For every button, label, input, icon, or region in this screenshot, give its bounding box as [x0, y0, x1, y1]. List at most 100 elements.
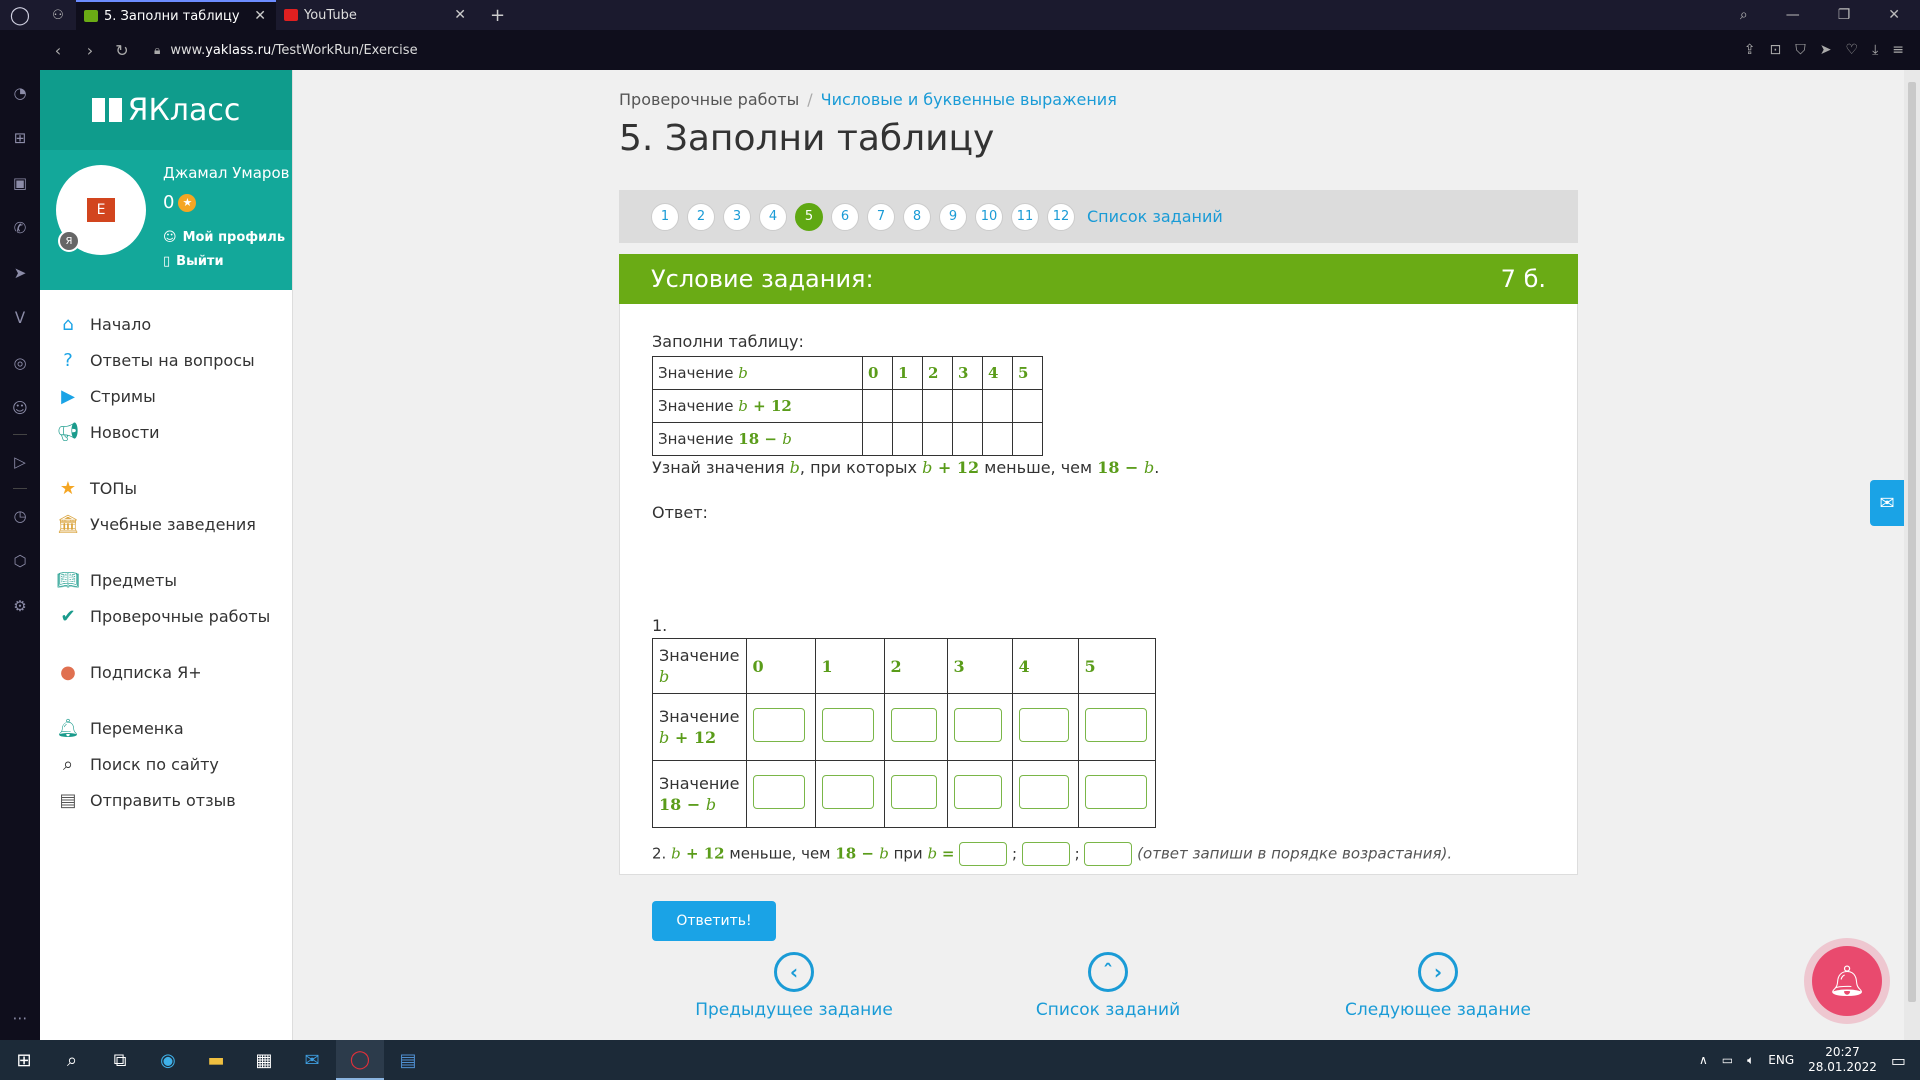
extensions-icon[interactable]: ⊞	[0, 115, 40, 160]
notifications-icon[interactable]: ▭	[1891, 1051, 1906, 1070]
mail-icon[interactable]: ✉	[1870, 480, 1904, 526]
answer-input[interactable]	[1021, 842, 1070, 866]
sidebar-item-tests[interactable]: ✔ Проверочные работы	[40, 598, 292, 634]
sidebar-item-feedback[interactable]: ▤ Отправить отзыв	[40, 782, 292, 818]
submit-answer-button[interactable]: Ответить!	[652, 901, 776, 941]
twitch-icon[interactable]: ▣	[0, 160, 40, 205]
network-icon[interactable]: ▭	[1722, 1053, 1733, 1067]
calculator-icon[interactable]: ▤	[384, 1040, 432, 1080]
sidebar-item-news[interactable]: 📢︎ Новости	[40, 414, 292, 450]
logo[interactable]: ЯКласс	[40, 70, 292, 150]
answer-input[interactable]	[1084, 708, 1147, 742]
page-link[interactable]: 8	[903, 202, 931, 231]
answer-input[interactable]	[1084, 842, 1133, 866]
tab-active[interactable]: 5. Заполни таблицу ✕	[76, 0, 276, 30]
page-link[interactable]: 11	[1011, 202, 1039, 231]
answer-input[interactable]	[890, 775, 937, 809]
page-link[interactable]: 9	[939, 202, 967, 231]
answer-input[interactable]	[953, 708, 1002, 742]
forward-icon[interactable]: ›	[74, 41, 106, 60]
sidebar-item-subscription[interactable]: ● Подписка Я+	[40, 654, 292, 690]
scrollbar[interactable]	[1904, 70, 1920, 1040]
restore-icon[interactable]: ❐	[1838, 7, 1851, 23]
page-link[interactable]: 7	[867, 202, 895, 231]
close-tab-icon[interactable]: ✕	[254, 8, 266, 24]
telegram-icon[interactable]: ➤	[0, 250, 40, 295]
sidebar-item-streams[interactable]: ▶ Стримы	[40, 378, 292, 414]
tray-chevron-icon[interactable]: ∧	[1699, 1053, 1708, 1067]
store-icon[interactable]: ▦	[240, 1040, 288, 1080]
page-link[interactable]: 1	[651, 202, 679, 231]
my-profile-link[interactable]: ☺ Мой профиль	[163, 230, 285, 245]
answer-input[interactable]	[1084, 775, 1147, 809]
next-task-link[interactable]: › Следующее задание	[1328, 952, 1548, 1020]
reload-icon[interactable]: ↻	[106, 41, 138, 60]
language-indicator[interactable]: ENG	[1768, 1053, 1794, 1067]
sidebar-item-schools[interactable]: 🏛︎ Учебные заведения	[40, 506, 292, 542]
page-link[interactable]: 4	[759, 202, 787, 231]
mail-app-icon[interactable]: ✉	[288, 1040, 336, 1080]
sidebar-item-break[interactable]: 🔔︎ Переменка	[40, 710, 292, 746]
speed-dial-icon[interactable]: ◔	[0, 70, 40, 115]
answer-input[interactable]	[1018, 708, 1069, 742]
url-field[interactable]: www.yaklass.ru/TestWorkRun/Exercise	[170, 43, 417, 58]
edge-icon[interactable]: ◉	[144, 1040, 192, 1080]
snapshot-icon[interactable]: ⊡	[1770, 42, 1782, 58]
answer-input[interactable]	[821, 775, 874, 809]
clock[interactable]: 20:27 28.01.2022	[1808, 1045, 1877, 1075]
page-link[interactable]: 6	[831, 202, 859, 231]
more-icon[interactable]: ⋯	[0, 995, 40, 1040]
answer-input[interactable]	[1018, 775, 1069, 809]
sidebar-item-subjects[interactable]: 📖︎ Предметы	[40, 562, 292, 598]
answer-input[interactable]	[959, 842, 1008, 866]
answer-input[interactable]	[752, 775, 805, 809]
settings-icon[interactable]: ⚙	[0, 583, 40, 628]
search-tabs-icon[interactable]: ⌕	[1740, 7, 1748, 23]
opera-app-icon[interactable]: ◯	[336, 1040, 384, 1080]
breadcrumb-current[interactable]: Числовые и буквенные выражения	[821, 90, 1117, 109]
close-window-icon[interactable]: ✕	[1888, 7, 1900, 23]
task-list-link[interactable]: Список заданий	[1087, 207, 1223, 226]
new-tab-icon[interactable]: +	[490, 5, 505, 26]
box-icon[interactable]: ⬡	[0, 538, 40, 583]
minimize-icon[interactable]: —	[1786, 7, 1800, 23]
page-link[interactable]: 2	[687, 202, 715, 231]
answer-input[interactable]	[953, 775, 1002, 809]
answer-input[interactable]	[752, 708, 805, 742]
send-icon[interactable]: ➤	[1820, 42, 1832, 58]
breadcrumb-root[interactable]: Проверочные работы	[619, 90, 799, 109]
answer-input[interactable]	[890, 708, 937, 742]
vpn-shield-icon[interactable]: ⛉	[1795, 42, 1806, 58]
discord-icon[interactable]: ☺	[0, 385, 40, 430]
sidebar-item-tops[interactable]: ★ ТОПы	[40, 470, 292, 506]
player-icon[interactable]: ▷	[0, 439, 40, 484]
sidebar-item-home[interactable]: ⌂ Начало	[40, 306, 292, 342]
search-icon[interactable]: ⌕	[48, 1040, 96, 1080]
opera-logo-icon[interactable]: ◯	[0, 0, 40, 30]
answer-input[interactable]	[821, 708, 874, 742]
instagram-icon[interactable]: ◎	[0, 340, 40, 385]
logout-link[interactable]: ▯ Выйти	[163, 254, 224, 269]
download-icon[interactable]: ⤓	[1872, 42, 1878, 58]
page-link[interactable]: 12	[1047, 202, 1075, 231]
prev-task-link[interactable]: ‹ Предыдущее задание	[684, 952, 904, 1020]
workspaces-icon[interactable]: ⚇	[40, 0, 76, 30]
page-link[interactable]: 3	[723, 202, 751, 231]
vk-icon[interactable]: ᐯ	[0, 295, 40, 340]
notification-bell-icon[interactable]: 🔔︎	[1812, 946, 1882, 1016]
menu-icon[interactable]: ≡	[1892, 42, 1904, 58]
tab-youtube[interactable]: YouTube ✕	[276, 0, 476, 30]
whatsapp-icon[interactable]: ✆	[0, 205, 40, 250]
volume-icon[interactable]: 🔈︎	[1747, 1053, 1754, 1068]
share-icon[interactable]: ⇪	[1744, 42, 1756, 58]
task-list-bottom-link[interactable]: ˆ Список заданий	[998, 952, 1218, 1020]
close-tab-icon[interactable]: ✕	[454, 7, 466, 23]
back-icon[interactable]: ‹	[42, 41, 74, 60]
page-link-current[interactable]: 5	[795, 202, 823, 231]
sidebar-item-answers[interactable]: ? Ответы на вопросы	[40, 342, 292, 378]
file-explorer-icon[interactable]: ▬	[192, 1040, 240, 1080]
sidebar-item-search[interactable]: ⌕ Поиск по сайту	[40, 746, 292, 782]
history-icon[interactable]: ◷	[0, 493, 40, 538]
windows-start-icon[interactable]: ⊞	[0, 1040, 48, 1080]
task-view-icon[interactable]: ⧉	[96, 1040, 144, 1080]
